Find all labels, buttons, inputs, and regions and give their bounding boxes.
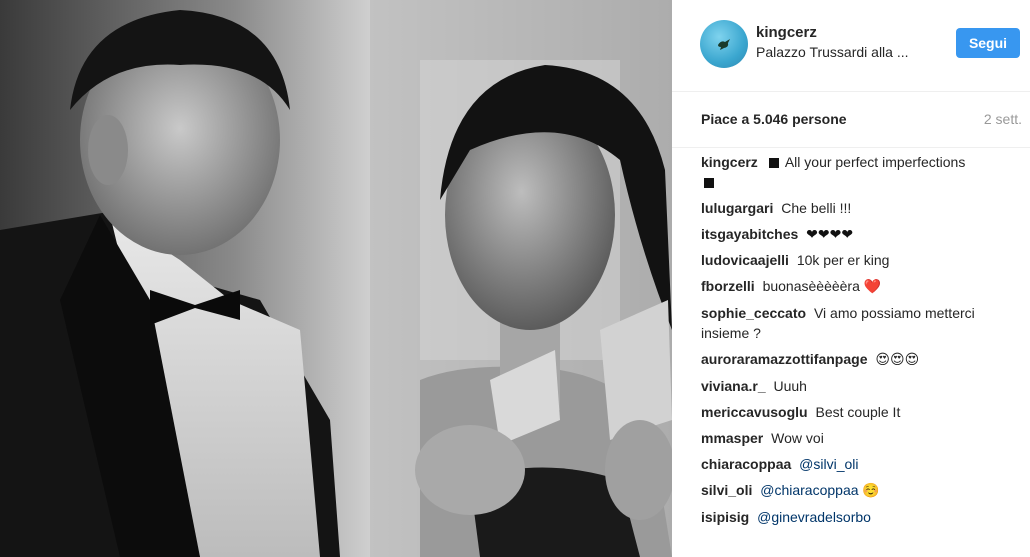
comment-text: Che belli !!! xyxy=(781,200,852,216)
comment-user[interactable]: mericcavusoglu xyxy=(701,404,808,420)
comment-text: Best couple It xyxy=(815,404,901,420)
comment-item: mericcavusoglu Best couple It xyxy=(701,402,1023,422)
comment-item: isipisig @ginevradelsorbo xyxy=(701,507,1023,527)
comment-user[interactable]: aurorara­mazzottifanpage xyxy=(701,351,867,367)
comment-user[interactable]: isipisig xyxy=(701,509,749,525)
comment-user[interactable]: lulugargari xyxy=(701,200,773,216)
comment-item: aurorara­mazzottifanpage 😍😍😍 xyxy=(701,349,1023,370)
comment-item: mmasper Wow voi xyxy=(701,428,1023,448)
comment-item: ludovicaajelli 10k per er king xyxy=(701,250,1023,270)
comment-mention[interactable]: @silvi_oli xyxy=(799,456,858,472)
post-side-panel: kingcerz Palazzo Trussardi alla ... Segu… xyxy=(672,0,1030,557)
post-location[interactable]: Palazzo Trussardi alla ... xyxy=(756,44,946,60)
comment-user[interactable]: silvi_oli xyxy=(701,482,752,498)
post-photo[interactable] xyxy=(0,0,672,557)
comment-user[interactable]: kingcerz xyxy=(701,154,758,170)
likes-row: Piace a 5.046 persone 2 sett. xyxy=(672,92,1030,148)
comment-item: sophie_ceccato Vi amo possiamo metterci … xyxy=(701,303,1023,343)
red-heart-icon: ❤️ xyxy=(863,279,882,295)
comment-text: Wow voi xyxy=(771,430,824,446)
follow-button[interactable]: Segui xyxy=(956,28,1020,58)
comment-user[interactable]: viviana.r_ xyxy=(701,378,766,394)
comment-text: Uuuh xyxy=(773,378,807,394)
comment-text: All your perfect imperfections xyxy=(784,154,966,170)
comment-item: kingcerz All your perfect imperfections xyxy=(701,152,1023,192)
comment-item: lulugargari Che belli !!! xyxy=(701,198,1023,218)
comment-text: 10k per er king xyxy=(796,252,890,268)
comment-item: viviana.r_ Uuuh xyxy=(701,376,1023,396)
black-square-icon xyxy=(704,178,714,188)
comment-text: ❤❤❤❤ xyxy=(806,226,854,242)
likes-count[interactable]: Piace a 5.046 persone xyxy=(701,111,847,127)
comment-item: silvi_oli @chiaracoppaa ☺️ xyxy=(701,480,1023,501)
comment-text: 😍😍😍 xyxy=(875,352,920,368)
post-time[interactable]: 2 sett. xyxy=(984,111,1022,127)
comment-mention[interactable]: @ginevradelsorbo xyxy=(757,509,871,525)
comment-item: fborzelli buonasèèèèèra ❤️ xyxy=(701,276,1023,297)
post-header: kingcerz Palazzo Trussardi alla ... Segu… xyxy=(672,0,1030,92)
post-photo-image xyxy=(0,0,672,557)
comment-text: buonasèèèèèra xyxy=(762,278,860,294)
black-square-icon xyxy=(768,158,779,168)
comment-user[interactable]: itsgayabitches xyxy=(701,226,798,242)
comments-list: kingcerz All your perfect imperfections … xyxy=(701,152,1023,533)
instagram-post-view: kingcerz Palazzo Trussardi alla ... Segu… xyxy=(0,0,1030,557)
comment-user[interactable]: chiaracoppaa xyxy=(701,456,791,472)
post-username[interactable]: kingcerz xyxy=(756,24,817,41)
comment-item: itsgayabitches ❤❤❤❤ xyxy=(701,224,1023,244)
comment-item: chiaracoppaa @silvi_oli xyxy=(701,454,1023,474)
comment-user[interactable]: sophie_ceccato xyxy=(701,305,806,321)
bird-avatar-icon xyxy=(718,39,730,50)
comment-user[interactable]: ludovicaajelli xyxy=(701,252,789,268)
comment-user[interactable]: mmasper xyxy=(701,430,763,446)
comment-user[interactable]: fborzelli xyxy=(701,278,755,294)
user-avatar[interactable] xyxy=(700,20,748,68)
comment-mention[interactable]: @chiaracoppaa xyxy=(760,482,858,498)
smiling-face-icon: ☺️ xyxy=(862,483,880,499)
